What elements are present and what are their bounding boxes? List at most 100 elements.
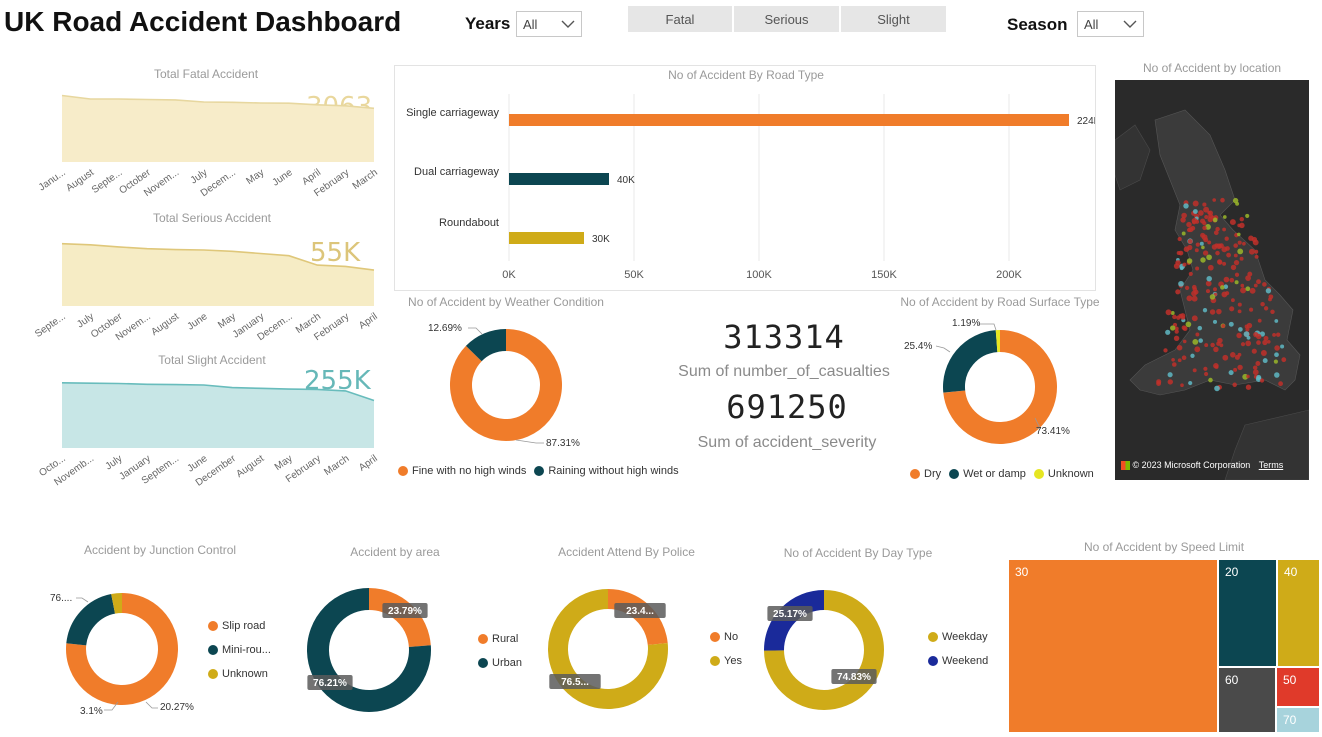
map-accident-dot (1202, 225, 1207, 231)
map-accident-dot (1233, 243, 1238, 248)
map-accident-dot (1272, 332, 1277, 337)
map-accident-dot (1238, 327, 1243, 332)
map-accident-dot (1270, 309, 1275, 315)
map-accident-dot (1215, 226, 1220, 232)
y-category-label: Roundabout (439, 217, 499, 229)
treemap-cell-40[interactable]: 40 (1277, 559, 1320, 667)
map-accident-dot (1274, 372, 1280, 378)
legend-item-weekend[interactable]: Weekend (928, 655, 988, 667)
years-slicer[interactable]: All (516, 11, 582, 37)
leader-line (935, 345, 951, 353)
bar[interactable] (509, 232, 584, 244)
map-accident-dot (1229, 306, 1235, 312)
map-accident-dot (1181, 355, 1187, 361)
accident-location-map[interactable]: © 2023 Microsoft Corporation Terms (1115, 80, 1309, 480)
season-slicer-label: Season (1007, 15, 1068, 34)
map-accident-dot (1180, 217, 1186, 223)
speed-limit-chart-title: No of Accident by Speed Limit (1083, 540, 1245, 554)
daytype-donut: 25.17% 74.83% (763, 590, 884, 710)
map-accident-dot (1232, 382, 1237, 388)
legend-item-mini-roundabout[interactable]: Mini-rou... (208, 644, 271, 656)
season-slicer-value: All (1084, 16, 1099, 32)
legend-item-no[interactable]: No (710, 631, 742, 643)
map-accident-dot (1210, 342, 1215, 348)
legend-item-yes[interactable]: Yes (710, 655, 742, 667)
map-accident-dot (1226, 252, 1231, 258)
map-accident-dot (1165, 329, 1171, 335)
map-accident-dot (1228, 321, 1234, 327)
map-accident-dot (1191, 295, 1198, 302)
map-accident-dot (1262, 339, 1268, 346)
map-accident-dot (1237, 248, 1244, 255)
severity-button-fatal[interactable]: Fatal (628, 6, 732, 32)
donut-slice[interactable] (66, 594, 116, 646)
treemap-cell-70[interactable]: 70 (1276, 707, 1320, 733)
x-tick-label: 200K (996, 269, 1022, 281)
bar[interactable] (509, 114, 1069, 126)
legend-item-fine[interactable]: Fine with no high winds (398, 465, 526, 477)
map-accident-dot (1163, 348, 1168, 353)
map-terms-link[interactable]: Terms (1259, 460, 1284, 470)
map-accident-dot (1229, 277, 1235, 283)
slight-area-svg: Octo...Novemb... JulyJanuarySeptem... June… (37, 382, 380, 488)
map-accident-dot (1239, 256, 1244, 261)
y-category-label: Dual carriageway (414, 166, 499, 178)
legend-item-slip-road[interactable]: Slip road (208, 620, 271, 632)
treemap-cell-50[interactable]: 50 (1276, 667, 1320, 707)
map-accident-dot (1254, 254, 1259, 259)
map-accident-dot (1182, 339, 1187, 344)
map-accident-dot (1204, 371, 1209, 377)
legend-item-urban[interactable]: Urban (478, 657, 522, 669)
severity-button-slight[interactable]: Slight (841, 6, 946, 32)
map-accident-dot (1251, 348, 1257, 354)
treemap-cell-20[interactable]: 20 (1218, 559, 1277, 667)
map-accident-dot (1191, 290, 1197, 297)
map-accident-dot (1188, 271, 1193, 276)
map-accident-dot (1236, 332, 1242, 339)
data-label: 3.1% (80, 706, 103, 717)
map-accident-dot (1230, 264, 1237, 271)
bar[interactable] (509, 173, 609, 185)
legend-item-rural[interactable]: Rural (478, 633, 522, 645)
donut-slice[interactable] (465, 329, 507, 362)
serious-area-fill (62, 243, 374, 306)
map-accident-dot (1262, 282, 1267, 287)
leader-line (145, 701, 158, 709)
map-accident-dot (1178, 280, 1184, 287)
severity-button-serious[interactable]: Serious (734, 6, 839, 32)
donut-slice[interactable] (111, 593, 123, 614)
map-accident-dot (1245, 286, 1251, 292)
legend-item-raining[interactable]: Raining without high winds (534, 465, 679, 477)
microsoft-logo-icon (1121, 461, 1130, 471)
legend-item-dry[interactable]: Dry (910, 468, 941, 480)
map-accident-dot (1280, 344, 1285, 349)
map-accident-dot (1235, 201, 1240, 206)
x-tick-label: March (351, 167, 380, 192)
serious-area-chart: Total Serious Accident 55K Septe... July O… (0, 206, 390, 346)
chevron-down-icon (561, 20, 575, 28)
leader-line (978, 323, 997, 331)
map-accident-dot (1216, 308, 1222, 315)
map-accident-dot (1191, 315, 1198, 322)
map-accident-dot (1260, 301, 1265, 307)
map-accident-dot (1252, 239, 1259, 246)
donut-slice[interactable] (943, 330, 998, 393)
surface-chart-title: No of Accident by Road Surface Type (900, 295, 1100, 309)
map-accident-dot (1202, 202, 1207, 207)
legend-item-unknown[interactable]: Unknown (208, 668, 271, 680)
legend-item-weekday[interactable]: Weekday (928, 631, 988, 643)
years-slicer-label: Years (465, 14, 511, 33)
data-label: 1.19% (952, 318, 980, 329)
map-accident-dot (1212, 319, 1218, 324)
y-category-label: Single carriageway (406, 107, 499, 119)
map-accident-dot (1176, 251, 1181, 255)
treemap-cell-60[interactable]: 60 (1218, 667, 1276, 733)
legend-item-unknown[interactable]: Unknown (1033, 468, 1094, 480)
treemap-cell-30[interactable]: 30 (1008, 559, 1218, 733)
season-slicer[interactable]: All (1077, 11, 1144, 37)
legend-item-wet[interactable]: Wet or damp (949, 468, 1026, 480)
data-label: 74.83% (837, 672, 871, 683)
slight-area-chart: Total Slight Accident 255K Octo... Novemb… (0, 348, 390, 488)
map-accident-dot (1207, 240, 1212, 245)
police-chart-title: Accident Attend By Police (558, 545, 695, 559)
